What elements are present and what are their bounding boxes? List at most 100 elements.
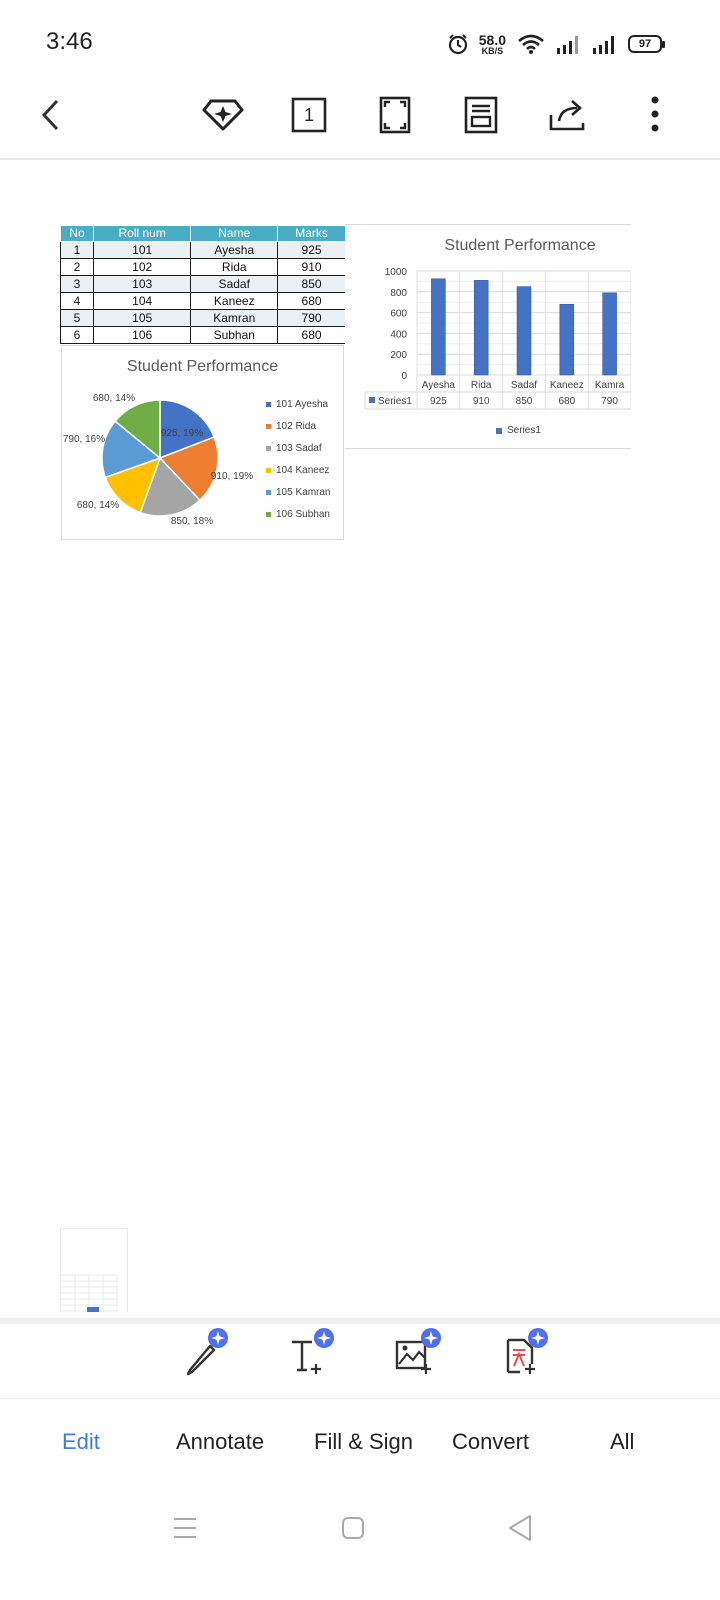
premium-button[interactable] xyxy=(198,90,248,140)
share-button[interactable] xyxy=(543,90,593,140)
network-speed: 58.0 KB/S xyxy=(478,31,506,56)
battery-indicator: 97 xyxy=(628,35,665,53)
table-cell: 680 xyxy=(277,326,346,344)
page-thumbnail[interactable] xyxy=(60,1228,128,1312)
y-tick-label: 400 xyxy=(390,329,407,340)
status-time: 3:46 xyxy=(46,28,93,55)
legend-item: 101 Ayesha xyxy=(266,399,328,410)
table-row: 5 105 Kamran 790 xyxy=(60,309,346,327)
data-table-series-label: Series1 xyxy=(378,396,412,407)
reading-mode-icon xyxy=(464,96,498,134)
table-cell: 101 xyxy=(92,241,192,259)
x-tick-label: Sadaf xyxy=(511,380,537,391)
wifi-icon xyxy=(518,34,544,54)
reading-mode-button[interactable] xyxy=(456,90,506,140)
home-icon xyxy=(342,1517,364,1539)
signal-icon xyxy=(593,36,614,54)
nav-back-button[interactable] xyxy=(500,1508,540,1548)
premium-badge-icon xyxy=(314,1328,334,1348)
table-header: Roll num xyxy=(92,225,192,242)
premium-diamond-icon xyxy=(202,99,244,131)
tab-annotate[interactable]: Annotate xyxy=(176,1429,264,1455)
legend-item: 103 Sadaf xyxy=(266,443,322,454)
table-cell: Ayesha xyxy=(190,241,279,259)
y-tick-label: 800 xyxy=(390,288,407,299)
table-cell: Sadaf xyxy=(190,275,279,293)
bar xyxy=(431,278,446,376)
data-table-value: 850 xyxy=(516,396,533,407)
add-image-button[interactable] xyxy=(383,1326,443,1386)
bottom-tab-bar: Edit Annotate Fill & Sign Convert All xyxy=(0,1398,720,1484)
y-tick-label: 1000 xyxy=(385,267,408,278)
data-label: 790, 16% xyxy=(63,434,105,445)
table-cell: 104 xyxy=(92,292,192,310)
nav-menu-button[interactable] xyxy=(165,1508,205,1548)
table-cell: 5 xyxy=(60,309,94,327)
table-cell: Rida xyxy=(190,258,279,276)
premium-badge-icon xyxy=(421,1328,441,1348)
y-tick-label: 0 xyxy=(401,371,407,382)
table-cell: 4 xyxy=(60,292,94,310)
data-label: 925, 19% xyxy=(161,428,203,439)
data-label: 680, 14% xyxy=(77,500,119,511)
tab-edit[interactable]: Edit xyxy=(62,1429,100,1455)
table-cell: 680 xyxy=(277,292,346,310)
table-cell: 3 xyxy=(60,275,94,293)
fullscreen-button[interactable] xyxy=(370,90,420,140)
table-cell: 2 xyxy=(60,258,94,276)
table-row: 6 106 Subhan 680 xyxy=(60,326,346,344)
edit-tool-button[interactable] xyxy=(170,1326,230,1386)
bar-chart-plot: 0 200 400 600 800 1000 Ayesha 925 Rida 910 Sadaf 85… xyxy=(364,267,631,410)
bar xyxy=(473,280,489,376)
page-number-label: 1 xyxy=(303,104,314,125)
table-cell: Kamran xyxy=(190,309,279,327)
more-button[interactable] xyxy=(630,90,680,140)
bar xyxy=(559,304,575,376)
x-tick-label: Rida xyxy=(471,380,492,391)
table-header: No xyxy=(60,225,94,242)
bar xyxy=(602,292,617,376)
signal-icon xyxy=(557,36,578,54)
add-text-button[interactable] xyxy=(276,1326,336,1386)
data-label: 680, 14% xyxy=(93,393,135,404)
content-divider xyxy=(0,1318,720,1324)
table-cell: 105 xyxy=(92,309,192,327)
back-button[interactable] xyxy=(26,90,76,140)
table-cell: 106 xyxy=(92,326,192,344)
table-cell: 790 xyxy=(277,309,346,327)
menu-icon xyxy=(174,1518,196,1538)
convert-pdf-button[interactable] xyxy=(490,1326,550,1386)
data-table-value: 790 xyxy=(601,396,618,407)
table-header: Name xyxy=(190,225,279,242)
table-cell: Subhan xyxy=(190,326,279,344)
table-row: 4 104 Kaneez 680 xyxy=(60,292,346,310)
pie-chart[interactable]: Student Performance 925, 19% 910, 19% 850,… xyxy=(61,345,344,540)
bar-chart[interactable]: Student Performance 0 200 400 600 800 1000 Aye… xyxy=(345,224,631,449)
table-cell: 925 xyxy=(277,241,346,259)
tab-fill-sign[interactable]: Fill & Sign xyxy=(314,1429,413,1455)
table-cell: 850 xyxy=(277,275,346,293)
nav-home-button[interactable] xyxy=(333,1508,373,1548)
legend-item: 106 Subhan xyxy=(266,509,330,520)
data-table-value: 910 xyxy=(473,396,490,407)
x-tick-label: Ayesha xyxy=(422,380,456,391)
data-table-value: 680 xyxy=(558,396,575,407)
data-label: 910, 19% xyxy=(211,471,253,482)
top-toolbar: 1 xyxy=(0,80,720,160)
page-number-button[interactable]: 1 xyxy=(284,90,334,140)
back-icon xyxy=(509,1515,531,1541)
x-tick-label: Kaneez xyxy=(550,380,584,391)
tab-all[interactable]: All xyxy=(610,1429,634,1455)
tab-convert[interactable]: Convert xyxy=(452,1429,529,1455)
document-page[interactable]: No Roll num Name Marks 1 101 Ayesha 925 … xyxy=(0,160,720,1324)
alarm-icon xyxy=(448,34,467,55)
legend-item: 105 Kamran xyxy=(266,487,330,498)
table-cell: 910 xyxy=(277,258,346,276)
table-cell: 102 xyxy=(92,258,192,276)
status-icons: 58.0 KB/S 97 xyxy=(447,28,665,60)
data-table-legend-key xyxy=(369,397,375,403)
bar xyxy=(516,286,532,376)
y-tick-label: 200 xyxy=(390,350,407,361)
legend-item: Series1 xyxy=(496,425,541,436)
status-bar: 3:46 58.0 KB/S 97 xyxy=(0,0,720,80)
